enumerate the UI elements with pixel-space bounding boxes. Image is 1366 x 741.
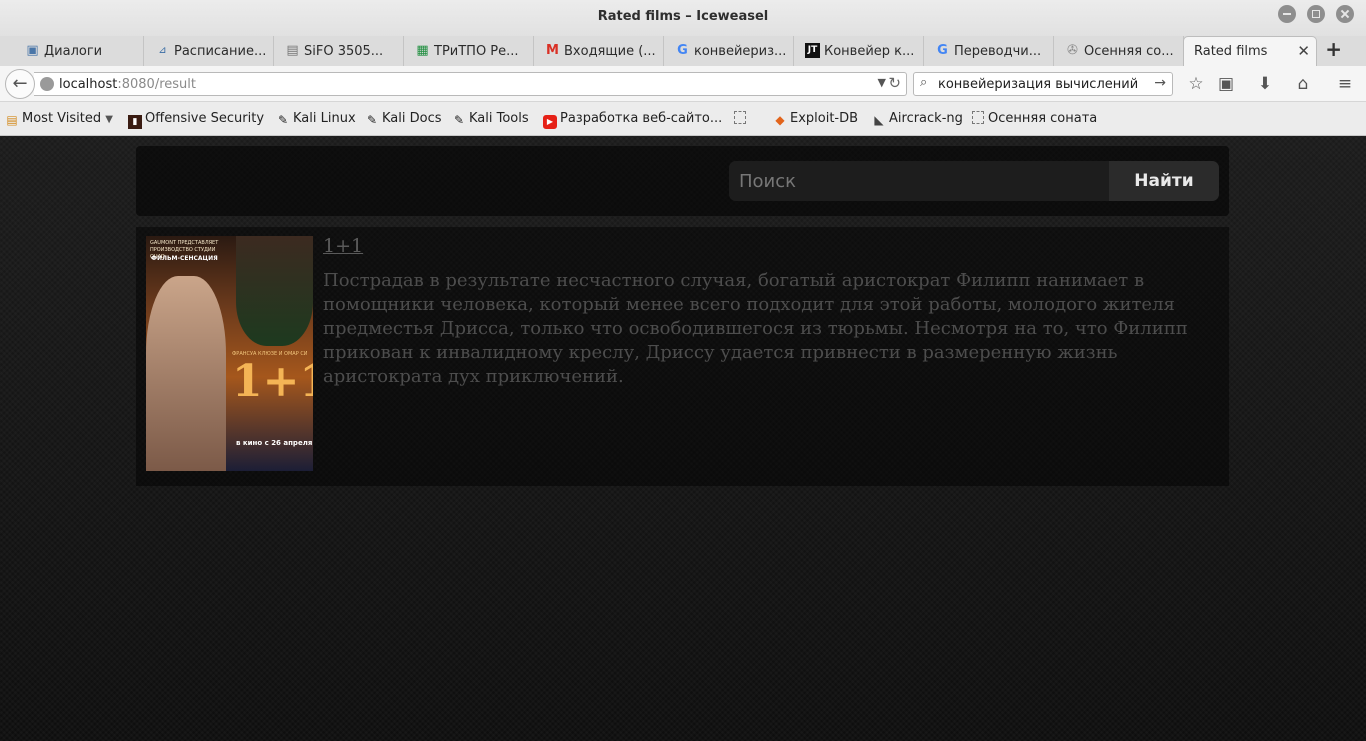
tab-schedule[interactable]: ⊿ Расписание... [150,36,274,66]
tab-label: Диалоги [44,43,103,59]
translate-icon: G [937,43,948,58]
bookmarks-toolbar: ▤ Most Visited ▼ ▮ Offensive Security ✎ Kal… [0,102,1366,136]
film-result-card: GAUMONT ПРЕДСТАВЛЯЕТ ПРОИЗВОДСТВО СТУДИИ… [136,227,1229,486]
tab-strip: ▣ Диалоги ⊿ Расписание... ▤ SiFO 3505...… [0,36,1366,66]
schedule-icon: ⊿ [158,45,167,56]
history-dropdown-icon[interactable]: ▼ [878,76,886,89]
film-description: Пострадав в результате несчастного случа… [323,270,1188,387]
tab-label: Rated films [1194,44,1268,59]
bookmark-kali-docs[interactable]: ✎ Kali Docs [365,111,442,127]
film-reel-icon: ✇ [1067,43,1078,58]
kali-icon: ✎ [366,113,378,127]
bookmark-label: Most Visited [22,111,102,126]
home-icon[interactable]: ⌂ [1292,73,1314,95]
bookmark-label: Aircrack-ng [889,111,963,126]
address-bar[interactable]: localhost:8080/result ▼ ↻ [34,72,907,96]
tab-sifo[interactable]: ▤ SiFO 3505... [280,36,404,66]
globe-icon [40,77,54,91]
film-title-link[interactable]: 1+1 [323,235,363,257]
tab-inbox[interactable]: M Входящие (... [540,36,664,66]
tab-label: Конвейер к... [824,43,915,59]
exploitdb-icon: ◆ [775,113,785,127]
poster-figure [236,236,313,346]
google-icon: G [677,43,688,58]
tab-label: ТРиТПО Ре... [434,43,519,59]
poster-release-date: в кино с 26 апреля [236,439,313,447]
maximize-button[interactable] [1307,5,1325,23]
film-search-input[interactable] [729,161,1109,201]
tab-tritpo[interactable]: ▦ ТРиТПО Ре... [410,36,534,66]
bookmark-label: Kali Docs [382,111,442,126]
film-poster[interactable]: GAUMONT ПРЕДСТАВЛЯЕТ ПРОИЗВОДСТВО СТУДИИ… [146,236,313,471]
tab-autumn-sonata[interactable]: ✇ Осенняя со... [1060,36,1184,66]
folder-icon: ▤ [6,113,18,127]
tab-label: Расписание... [174,43,267,59]
reading-list-icon[interactable]: ▣ [1215,73,1237,95]
poster-logo: 1+1 [232,356,313,407]
blank-page-icon [734,111,746,124]
page-header: Найти [136,146,1229,216]
bookmark-web-dev[interactable]: ▶ Разработка веб-сайто... [543,111,722,129]
tab-label: конвейериз... [694,43,787,59]
bookmark-autumn-sonata[interactable]: Осенняя соната [972,111,1097,126]
sifo-icon: ▤ [286,43,299,58]
back-button[interactable]: ← [5,69,35,99]
bookmark-kali-linux[interactable]: ✎ Kali Linux [276,111,356,127]
window-title: Rated films – Iceweasel [597,9,769,24]
close-window-button[interactable] [1336,5,1354,23]
back-arrow-icon: ← [12,73,28,94]
reload-icon[interactable]: ↻ [888,74,901,92]
minimize-button[interactable] [1278,5,1296,23]
bookmark-untitled[interactable] [734,111,749,126]
bookmark-label: Kali Tools [469,111,529,126]
kali-icon: ✎ [453,113,465,127]
aircrack-icon: ◣ [874,113,884,127]
blank-page-icon [972,111,984,124]
jt-icon: JT [805,43,820,58]
bookmark-star-icon[interactable]: ☆ [1185,73,1207,95]
search-bar[interactable]: ⌕ конвейеризация вычислений → [913,72,1173,96]
navigation-toolbar: localhost:8080/result ▼ ↻ ← ⌕ конвейериз… [0,66,1366,102]
downloads-icon[interactable]: ⬇ [1254,73,1276,95]
kali-icon: ✎ [277,113,289,127]
poster-figure [146,276,226,471]
tab-translator[interactable]: G Переводчи... [930,36,1054,66]
film-search-form: Найти [729,161,1219,201]
close-tab-icon[interactable]: ✕ [1297,42,1310,60]
tab-label: Входящие (... [564,43,656,59]
gmail-icon: M [546,43,559,58]
chevron-down-icon: ▼ [105,114,113,125]
film-search-button[interactable]: Найти [1109,161,1219,201]
menu-icon[interactable]: ≡ [1334,73,1356,95]
bookmark-label: Осенняя соната [988,111,1098,126]
search-icon: ⌕ [920,75,928,90]
tab-label: Осенняя со... [1084,43,1174,59]
tab-label: SiFO 3505... [304,43,384,59]
url-text[interactable]: localhost:8080/result [59,77,196,92]
bookmark-label: Exploit-DB [790,111,859,126]
bookmark-offensive-security[interactable]: ▮ Offensive Security [128,111,264,129]
youtube-icon: ▶ [543,115,557,129]
search-query[interactable]: конвейеризация вычислений [938,77,1138,92]
bookmark-aircrack[interactable]: ◣ Aircrack-ng [872,111,963,127]
bookmark-label: Offensive Security [145,111,265,126]
page-content: Найти GAUMONT ПРЕДСТАВЛЯЕТ ПРОИЗВОДСТВО … [0,136,1366,741]
bookmark-most-visited[interactable]: ▤ Most Visited ▼ [5,111,113,127]
bookmark-label: Разработка веб-сайто... [560,111,723,126]
sheets-icon: ▦ [416,43,429,58]
tab-dialogs[interactable]: ▣ Диалоги [20,36,144,66]
tab-label: Переводчи... [954,43,1042,59]
window-titlebar: Rated films – Iceweasel [0,0,1366,36]
tab-conveyor[interactable]: JT Конвейер к... [800,36,924,66]
poster-tagline: ФИЛЬМ-СЕНСАЦИЯ [151,255,218,262]
search-go-icon[interactable]: → [1154,75,1166,91]
bookmark-kali-tools[interactable]: ✎ Kali Tools [452,111,529,127]
tab-rated-films[interactable]: Rated films ✕ [1183,36,1317,66]
new-tab-button[interactable]: + [1325,37,1342,61]
tab-google-search[interactable]: G конвейериз... [670,36,794,66]
bookmark-exploit-db[interactable]: ◆ Exploit-DB [773,111,858,127]
message-icon: ▣ [26,43,39,58]
offsec-icon: ▮ [128,115,142,129]
bookmark-label: Kali Linux [293,111,356,126]
